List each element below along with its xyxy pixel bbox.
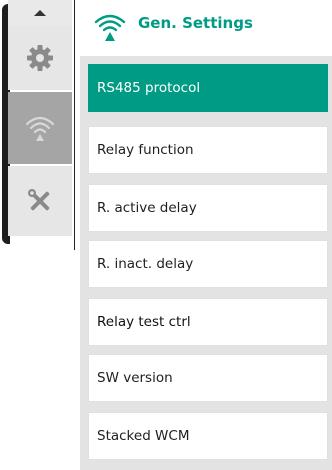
menu-item-label: RS485 protocol	[97, 80, 201, 96]
menu-item-label: Relay test ctrl	[97, 314, 191, 330]
menu-item-label: R. active delay	[97, 200, 197, 216]
menu-item-r-active-delay[interactable]: R. active delay	[88, 184, 328, 232]
settings-menu-list: RS485 protocol Relay function R. active …	[80, 56, 332, 470]
header: Gen. Settings	[80, 0, 332, 52]
menu-item-label: Relay function	[97, 142, 194, 158]
side-rail	[0, 0, 78, 250]
rail-item-tools[interactable]	[8, 166, 72, 236]
menu-item-relay-function[interactable]: Relay function	[88, 126, 328, 174]
wifi-signal-icon	[25, 116, 55, 141]
rail-item-settings[interactable]	[8, 26, 72, 90]
wifi-signal-icon	[92, 10, 128, 48]
rail-item-communication[interactable]	[8, 92, 72, 164]
menu-item-relay-test-ctrl[interactable]: Relay test ctrl	[88, 298, 328, 346]
menu-item-label: Stacked WCM	[97, 428, 190, 444]
menu-item-stacked-wcm[interactable]: Stacked WCM	[88, 412, 328, 460]
gear-icon	[27, 45, 53, 71]
rail-edge	[68, 0, 75, 250]
menu-item-rs485-protocol[interactable]: RS485 protocol	[88, 64, 328, 112]
menu-item-label: R. inact. delay	[97, 256, 194, 272]
menu-item-sw-version[interactable]: SW version	[88, 354, 328, 402]
menu-item-r-inact-delay[interactable]: R. inact. delay	[88, 240, 328, 288]
menu-item-label: SW version	[97, 370, 173, 386]
chevron-up-icon	[34, 10, 46, 16]
page-title: Gen. Settings	[138, 14, 253, 32]
rail-scroll-up-button[interactable]	[8, 0, 72, 26]
tools-icon	[28, 189, 50, 211]
